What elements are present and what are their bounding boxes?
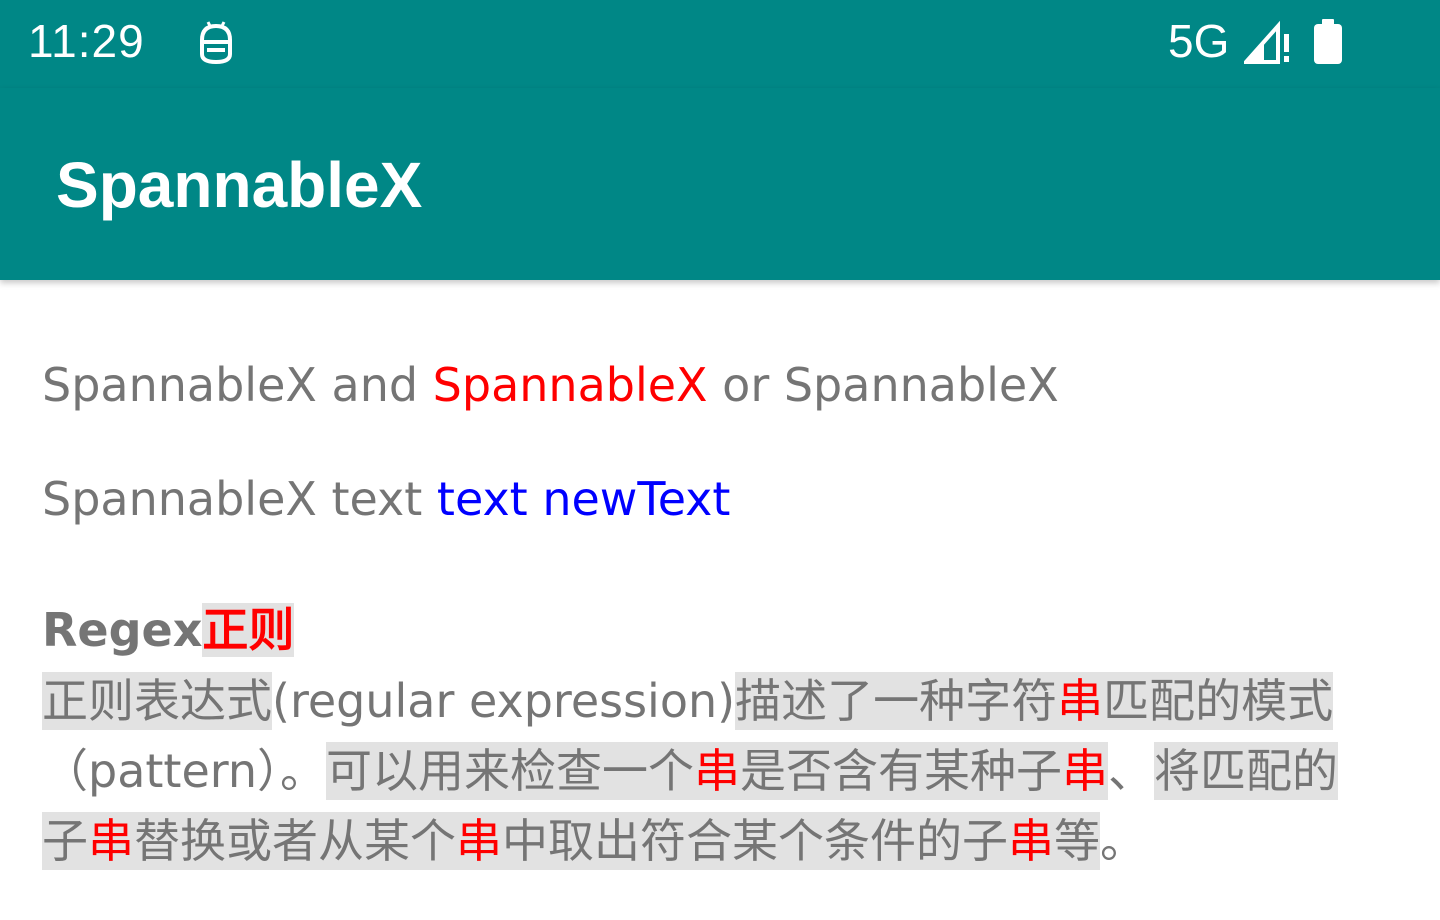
battery-full-icon xyxy=(1312,18,1344,66)
para-segment: 描述了一种字符 xyxy=(735,672,1058,730)
app-title: SpannableX xyxy=(56,149,423,221)
line1-text-plain: SpannableX and xyxy=(42,358,433,412)
regex-title: Regex正则 xyxy=(42,594,1402,666)
regex-title-label: Regex xyxy=(42,603,203,657)
para-segment: (regular expression) xyxy=(272,674,736,728)
para-segment-match: 串 xyxy=(1062,742,1109,800)
para-segment: （pattern）。 xyxy=(42,744,327,798)
spannable-append-line: SpannableX text text newText xyxy=(42,466,1402,532)
status-time: 11:29 xyxy=(28,15,145,67)
status-bar: 11:29 5G xyxy=(0,0,1440,88)
para-segment: 、 xyxy=(1108,744,1155,798)
para-segment: 可以用来检查一个 xyxy=(326,742,695,800)
app-bar: SpannableX xyxy=(0,88,1440,280)
para-segment: 替换或者从某个 xyxy=(134,812,456,870)
line1-text-red: SpannableX xyxy=(432,358,708,412)
para-segment: 匹配的模式 xyxy=(1103,672,1334,730)
network-type-label: 5G xyxy=(1168,15,1230,67)
para-segment-match: 串 xyxy=(694,742,741,800)
line2-text-plain: SpannableX text xyxy=(42,472,437,526)
para-segment-match: 串 xyxy=(88,812,134,870)
para-segment-match: 串 xyxy=(456,812,502,870)
para-segment: 等 xyxy=(1054,812,1100,870)
content-area: SpannableX and SpannableX or SpannableX … xyxy=(42,352,1402,876)
line1-text-plain-end: or SpannableX xyxy=(707,358,1059,412)
para-segment: 中取出符合某个条件的子 xyxy=(502,812,1008,870)
para-segment: 。 xyxy=(1100,814,1146,868)
spannable-replace-line: SpannableX and SpannableX or SpannableX xyxy=(42,352,1402,418)
line2-text-blue: text newText xyxy=(436,472,731,526)
para-segment-match: 串 xyxy=(1008,812,1054,870)
regex-title-highlight: 正则 xyxy=(202,603,295,657)
regex-paragraph: 正则表达式(regular expression)描述了一种字符串匹配的模式（p… xyxy=(42,666,1382,876)
signal-alert-icon xyxy=(1241,20,1292,66)
para-segment: 正则表达式 xyxy=(42,672,272,730)
para-segment: 是否含有某种子 xyxy=(740,742,1063,800)
para-segment-match: 串 xyxy=(1057,672,1104,730)
regex-section: Regex正则 正则表达式(regular expression)描述了一种字符… xyxy=(42,594,1402,876)
android-debug-icon xyxy=(194,20,238,68)
